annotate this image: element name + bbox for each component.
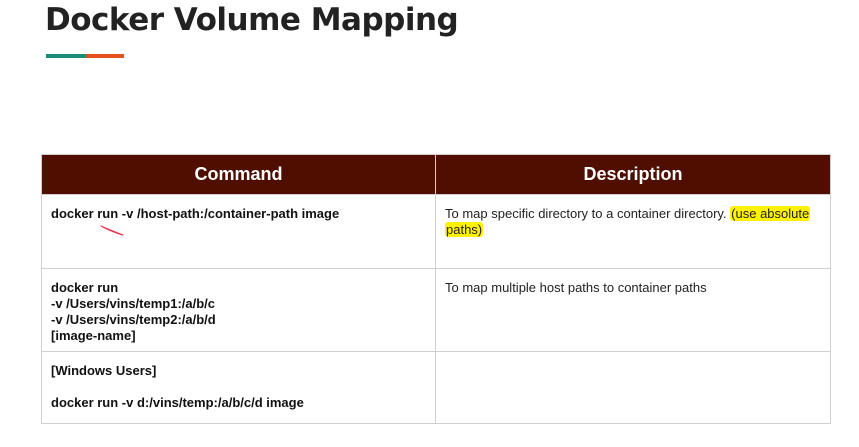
description-column-header: Description (435, 154, 831, 195)
command-line: -v /Users/vins/temp2:/a/b/d (51, 312, 216, 327)
command-column-header: Command (41, 154, 436, 195)
description-cell (435, 351, 831, 424)
command-cell: [Windows Users] docker run -v d:/vins/te… (41, 351, 436, 424)
description-cell: To map specific directory to a container… (435, 194, 831, 269)
accent-orange-segment (86, 54, 124, 58)
table-header-row: Command Description (41, 154, 831, 195)
command-line: docker run -v /host-path:/container-path… (51, 206, 340, 221)
command-cell: docker run -v /Users/vins/temp1:/a/b/c -… (41, 268, 436, 352)
highlighted-note-continued: paths) (445, 222, 484, 237)
command-line: [image-name] (51, 328, 136, 343)
title-accent-bar (46, 54, 124, 58)
table-row: docker run -v /host-path:/container-path… (41, 194, 831, 269)
description-text: To map multiple host paths to container … (445, 280, 707, 295)
table-row: [Windows Users] docker run -v d:/vins/te… (41, 351, 831, 424)
description-text: To map specific directory to a container… (445, 206, 727, 221)
page-title: Docker Volume Mapping (45, 2, 459, 38)
pen-annotation-mark (100, 225, 124, 236)
command-line: [Windows Users] (51, 363, 157, 378)
accent-teal-segment (46, 54, 86, 58)
line-spacer (51, 379, 426, 395)
command-table: Command Description docker run -v /host-… (41, 154, 831, 424)
highlighted-note: (use absolute (730, 206, 811, 221)
description-cell: To map multiple host paths to container … (435, 268, 831, 352)
command-line: docker run (51, 280, 119, 295)
command-line: -v /Users/vins/temp1:/a/b/c (51, 296, 216, 311)
command-line: docker run -v d:/vins/temp:/a/b/c/d imag… (51, 395, 304, 410)
table-row: docker run -v /Users/vins/temp1:/a/b/c -… (41, 268, 831, 352)
